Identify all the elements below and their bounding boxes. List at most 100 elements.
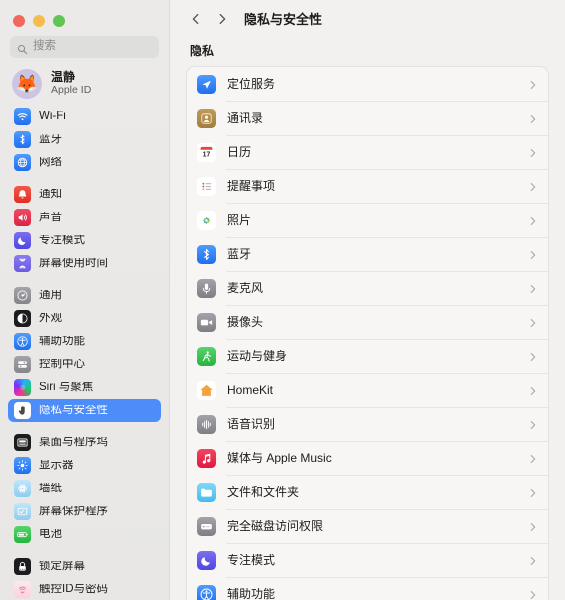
sidebar-item-bluetooth[interactable]: 蓝牙 — [8, 128, 161, 151]
sidebar-item-screentime[interactable]: 屏幕使用时间 — [8, 252, 161, 275]
sidebar-item-label: 屏幕使用时间 — [39, 257, 108, 269]
sidebar-group-divider — [0, 275, 169, 284]
list-item[interactable]: 蓝牙 — [187, 237, 548, 271]
chevron-right-icon — [528, 180, 538, 192]
list-item[interactable]: 专注模式 — [187, 543, 548, 577]
chevron-right-icon — [528, 554, 538, 566]
accessibility-icon — [197, 584, 216, 600]
chevron-right-icon — [528, 384, 538, 396]
back-button[interactable] — [184, 7, 208, 31]
sidebar-nav: Wi-Fi 蓝牙网络通知声音专注模式屏幕使用时间 通用外观 辅助功能 控制中心 Siri … — [0, 105, 169, 600]
sidebar-item-touchid[interactable]: 触控ID与密码 — [8, 578, 161, 600]
sidebar-item-label: 声音 — [39, 211, 62, 223]
list-item[interactable]: 运动与健身 — [187, 339, 548, 373]
sidebar-group-divider — [0, 546, 169, 555]
sidebar-item-appearance[interactable]: 外观 — [8, 307, 161, 330]
sidebar-item-siri[interactable]: Siri 与聚焦 — [8, 376, 161, 399]
focus-icon — [14, 232, 31, 249]
list-item[interactable]: 提醒事项 — [187, 169, 548, 203]
list-item[interactable]: 媒体与 Apple Music — [187, 441, 548, 475]
accessibility-icon — [14, 333, 31, 350]
appearance-icon — [14, 310, 31, 327]
main-panel: 隐私与安全性 隐私 定位服务 通讯录 17 日历提醒事项照片蓝牙麦克风摄像头运动与健身… — [170, 0, 565, 600]
sidebar-item-privacy[interactable]: 隐私与安全性 — [8, 399, 161, 422]
displays-icon — [14, 457, 31, 474]
photos-icon — [197, 210, 216, 230]
search-placeholder: 搜索 — [33, 40, 56, 53]
list-item[interactable]: 定位服务 — [187, 67, 548, 101]
sidebar-item-controlcenter[interactable]: 控制中心 — [8, 353, 161, 376]
forward-button[interactable] — [210, 7, 234, 31]
bluetooth-icon — [197, 244, 216, 264]
sidebar-item-label: 蓝牙 — [39, 133, 62, 145]
general-icon — [14, 287, 31, 304]
sidebar-item-sound[interactable]: 声音 — [8, 206, 161, 229]
focus-icon — [197, 550, 216, 570]
sidebar-item-displays[interactable]: 显示器 — [8, 454, 161, 477]
section-heading: 隐私 — [190, 44, 215, 58]
list-item[interactable]: 照片 — [187, 203, 548, 237]
list-item[interactable]: 文件和文件夹 — [187, 475, 548, 509]
search-input[interactable]: 搜索 — [10, 36, 159, 58]
sidebar-item-lockscreen[interactable]: 锁定屏幕 — [8, 555, 161, 578]
list-item[interactable]: 完全磁盘访问权限 — [187, 509, 548, 543]
camera-icon — [197, 312, 216, 332]
sidebar: 搜索 🦊 温静 Apple ID Wi-Fi 蓝牙网络通知声音专注模式屏幕使用时间… — [0, 0, 170, 600]
svg-text:17: 17 — [203, 151, 211, 158]
screentime-icon — [14, 255, 31, 272]
sidebar-item-battery[interactable]: 电池 — [8, 523, 161, 546]
sidebar-item-network[interactable]: 网络 — [8, 151, 161, 174]
apple-id-profile[interactable]: 🦊 温静 Apple ID — [0, 60, 169, 105]
sidebar-item-screensaver[interactable]: 屏幕保护程序 — [8, 500, 161, 523]
profile-subtitle: Apple ID — [51, 84, 92, 97]
list-item-label: 日历 — [227, 146, 252, 158]
system-settings-window: 搜索 🦊 温静 Apple ID Wi-Fi 蓝牙 网络 通知 声音 专注模式 屏幕使用时间… — [0, 0, 565, 600]
sidebar-item-label: 墙纸 — [39, 482, 62, 494]
desktop-dock-icon — [14, 434, 31, 451]
full-disk-access-icon — [197, 516, 216, 536]
sidebar-item-wifi[interactable]: Wi-Fi — [8, 105, 161, 128]
siri-icon — [14, 379, 31, 396]
sidebar-item-notifications[interactable]: 通知 — [8, 183, 161, 206]
list-item[interactable]: 17 日历 — [187, 135, 548, 169]
sidebar-item-general[interactable]: 通用 — [8, 284, 161, 307]
sidebar-item-accessibility[interactable]: 辅助功能 — [8, 330, 161, 353]
list-item[interactable]: 语音识别 — [187, 407, 548, 441]
list-item-label: 照片 — [227, 214, 252, 226]
chevron-right-icon — [528, 112, 538, 124]
sidebar-item-label: Wi-Fi — [39, 110, 66, 122]
list-item[interactable]: HomeKit — [187, 373, 548, 407]
sidebar-group-4: 锁定屏幕触控ID与密码 — [0, 555, 169, 600]
list-item[interactable]: 辅助功能 — [187, 577, 548, 600]
list-item-label: 摄像头 — [227, 316, 264, 328]
list-item-label: 运动与健身 — [227, 350, 288, 362]
list-item[interactable]: 麦克风 — [187, 271, 548, 305]
page-title: 隐私与安全性 — [244, 11, 323, 27]
toolbar: 隐私与安全性 — [170, 0, 565, 38]
sidebar-item-desktop-dock[interactable]: 桌面与程序坞 — [8, 431, 161, 454]
sidebar-item-label: 专注模式 — [39, 234, 85, 246]
notifications-icon — [14, 186, 31, 203]
close-button[interactable] — [13, 15, 25, 27]
sidebar-group-divider — [0, 422, 169, 431]
sidebar-item-label: Siri 与聚焦 — [39, 381, 94, 393]
contacts-icon — [197, 108, 216, 128]
controlcenter-icon — [14, 356, 31, 373]
list-item[interactable]: 通讯录 — [187, 101, 548, 135]
sidebar-item-label: 触控ID与密码 — [39, 583, 108, 595]
chevron-right-icon — [528, 316, 538, 328]
list-item-label: 麦克风 — [227, 282, 264, 294]
network-icon — [14, 154, 31, 171]
sidebar-item-focus[interactable]: 专注模式 — [8, 229, 161, 252]
list-item[interactable]: 摄像头 — [187, 305, 548, 339]
chevron-right-icon — [528, 418, 538, 430]
sidebar-item-label: 网络 — [39, 156, 62, 168]
sidebar-item-label: 显示器 — [39, 459, 74, 471]
sidebar-item-label: 通用 — [39, 289, 62, 301]
zoom-button[interactable] — [53, 15, 65, 27]
speech-recognition-icon — [197, 414, 216, 434]
minimize-button[interactable] — [33, 15, 45, 27]
sidebar-item-wallpaper[interactable]: 墙纸 — [8, 477, 161, 500]
list-item-label: 语音识别 — [227, 418, 276, 430]
list-item-label: 媒体与 Apple Music — [227, 452, 332, 464]
